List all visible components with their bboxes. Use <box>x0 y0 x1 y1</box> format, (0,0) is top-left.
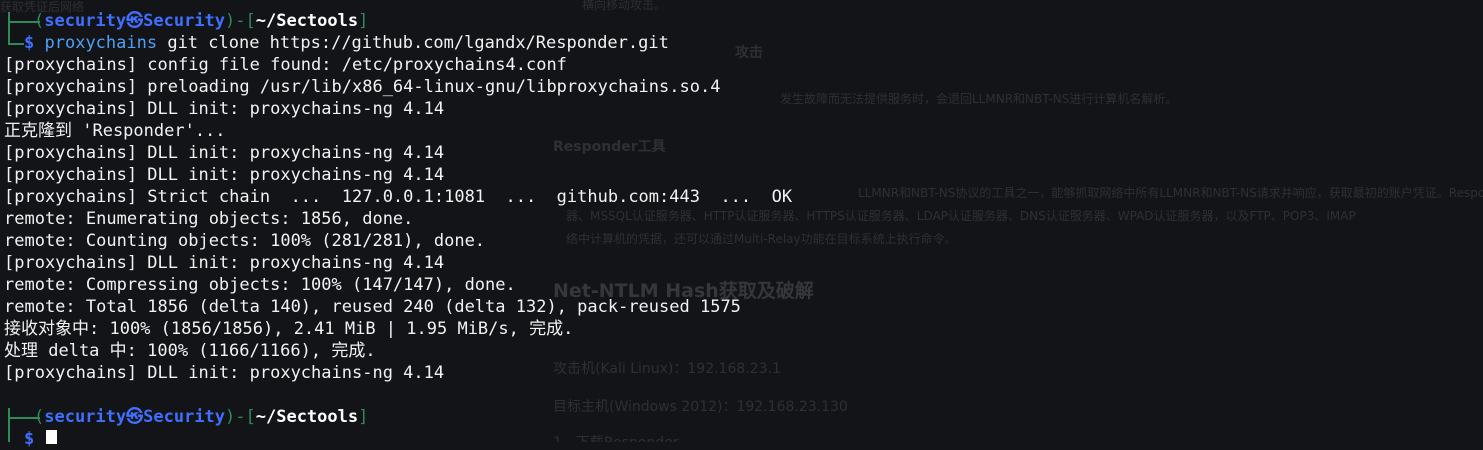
prompt-user: security <box>44 407 127 427</box>
prompt-at-icon: ㉿ <box>126 11 144 31</box>
output-line: [proxychains] config file found: /etc/pr… <box>4 55 567 75</box>
output-line: [proxychains] DLL init: proxychains-ng 4… <box>4 363 445 383</box>
prompt-cwd: ~/Sectools <box>255 11 359 31</box>
output-line: 处理 delta 中: 100% (1166/1166), 完成. <box>4 341 376 361</box>
output-line: [proxychains] DLL init: proxychains-ng 4… <box>4 165 445 185</box>
input-line[interactable]: $ <box>24 428 34 450</box>
output-line: remote: Counting objects: 100% (281/281)… <box>4 231 486 251</box>
output-line: 正克隆到 'Responder'... <box>4 121 226 141</box>
output-line: [proxychains] DLL init: proxychains-ng 4… <box>4 143 445 163</box>
command-tool: proxychains <box>44 33 158 53</box>
terminal-window[interactable]: (security㉿Security)-[~/Sectools] $ proxy… <box>0 0 1483 449</box>
output-line: [proxychains] preloading /usr/lib/x86_64… <box>4 77 721 97</box>
output-line: [proxychains] DLL init: proxychains-ng 4… <box>4 253 445 273</box>
output-line: remote: Total 1856 (delta 140), reused 2… <box>4 297 741 317</box>
output-line: [proxychains] Strict chain ... 127.0.0.1… <box>4 187 793 207</box>
prompt-line-1: (security㉿Security)-[~/Sectools] <box>34 11 369 31</box>
output-line: remote: Compressing objects: 100% (147/1… <box>4 275 516 295</box>
prompt-host: Security <box>143 407 226 427</box>
prompt-at-icon: ㉿ <box>126 407 144 427</box>
prompt-dollar: $ <box>24 429 35 449</box>
prompt-line-2: (security㉿Security)-[~/Sectools] <box>34 407 369 427</box>
prompt-host: Security <box>143 11 226 31</box>
prompt-cwd: ~/Sectools <box>255 407 359 427</box>
prompt-user: security <box>44 11 127 31</box>
command-line: $ proxychains git clone https://github.c… <box>24 32 669 54</box>
prompt-dollar: $ <box>24 33 35 53</box>
command-args: git clone https://github.com/lgandx/Resp… <box>157 33 669 53</box>
output-line: [proxychains] DLL init: proxychains-ng 4… <box>4 99 445 119</box>
output-line: remote: Enumerating objects: 1856, done. <box>4 209 414 229</box>
output-line: 接收对象中: 100% (1856/1856), 2.41 MiB | 1.95… <box>4 319 574 339</box>
